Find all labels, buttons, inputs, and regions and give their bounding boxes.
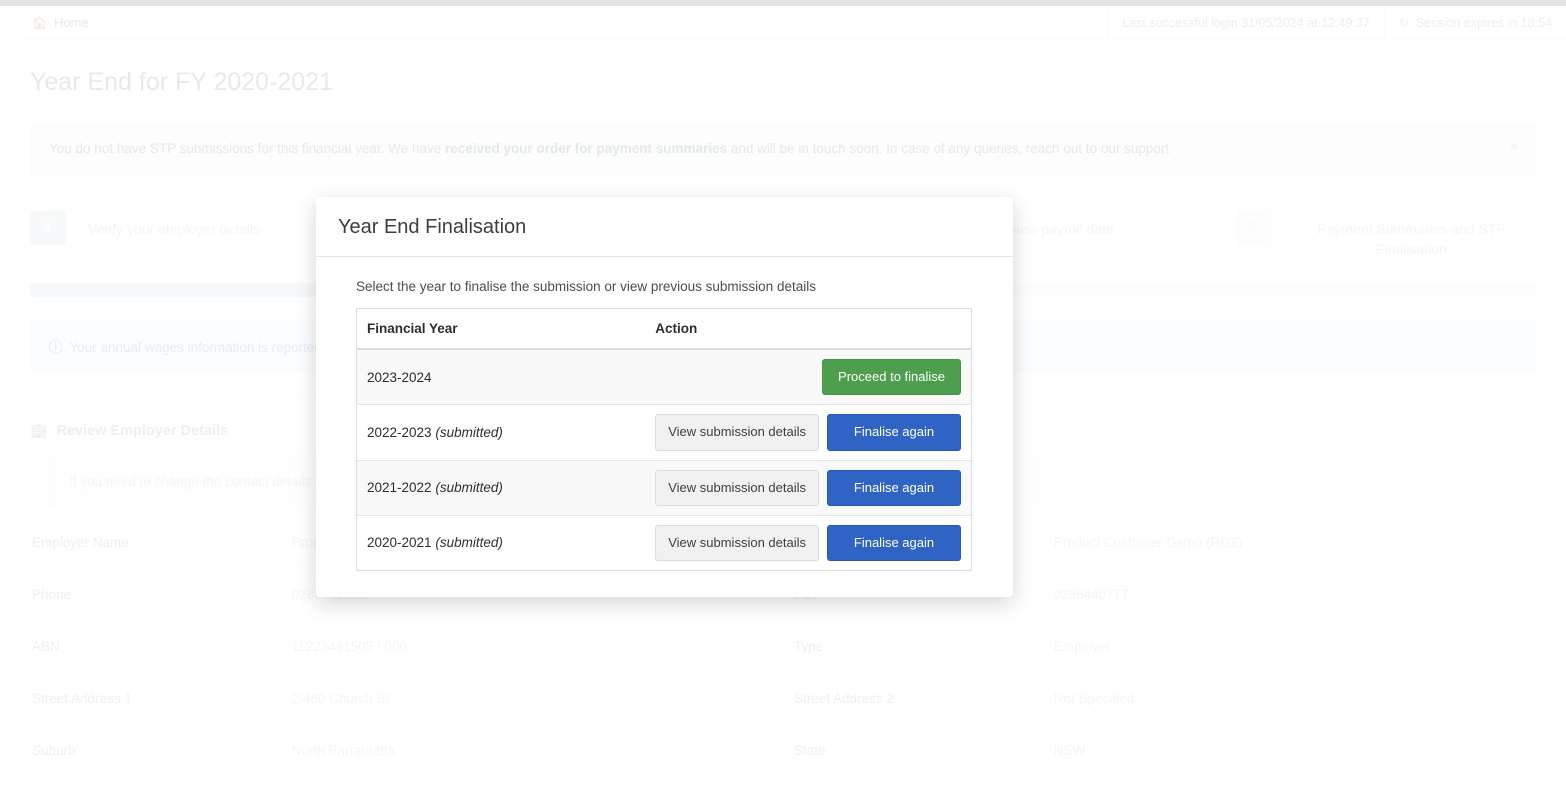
detail-value: 11223491505 / 000 — [281, 622, 782, 673]
detail-value: Employer — [1043, 622, 1544, 673]
dialog-title: Year End Finalisation — [338, 216, 527, 238]
view-submission-details-button[interactable]: View submission details — [655, 524, 819, 561]
last-login-info: Last successful login 31/05/2024 at 12:4… — [1108, 6, 1385, 39]
detail-value: Not Specified — [1043, 674, 1544, 725]
home-icon: 🏠 — [32, 15, 47, 30]
column-header-financial-year: Financial Year — [356, 308, 646, 350]
action-cell: View submission details Finalise again — [645, 459, 972, 516]
financial-year-label: 2023-2024 — [367, 369, 432, 385]
detail-value: NSW — [1043, 726, 1544, 777]
financial-year-label: 2021-2022 — [367, 480, 432, 496]
view-submission-details-button[interactable]: View submission details — [655, 414, 819, 451]
detail-label: ABN — [22, 622, 280, 673]
action-cell: Proceed to finalise — [645, 348, 972, 405]
finalise-again-button[interactable]: Finalise again — [827, 469, 961, 506]
step-1-label: Verify your employer details — [88, 220, 260, 237]
page-title: Year End for FY 2020-2021 — [30, 68, 334, 96]
detail-label: Type — [783, 622, 1042, 673]
step-1-number: 1 — [30, 209, 66, 246]
step-1[interactable]: 1 Verify your employer details — [30, 209, 331, 246]
financial-year-cell: 2023-2024 — [356, 348, 646, 405]
action-cell: View submission details Finalise again — [645, 404, 972, 460]
table-row: 2021-2022 (submitted) View submission de… — [356, 459, 972, 516]
financial-year-label: 2022-2023 — [367, 424, 432, 440]
info-alert-text: Your annual wages information is reporte… — [69, 340, 322, 356]
column-header-action: Action — [645, 308, 972, 350]
wizard-progress-fill — [30, 283, 332, 298]
detail-value: 2/460 Church St — [281, 674, 782, 725]
detail-label: Street Address 2 — [783, 674, 1042, 725]
submission-status: (submitted) — [435, 424, 503, 440]
building-icon: 🏢 — [30, 422, 48, 439]
dialog-body: Select the year to finalise the submissi… — [316, 257, 1013, 597]
financial-year-cell: 2022-2023 (submitted) — [356, 404, 646, 460]
detail-value: North Parramatta — [281, 726, 782, 777]
finalise-again-button[interactable]: Finalise again — [827, 414, 961, 451]
detail-label: Phone — [22, 570, 280, 621]
table-header-row: Financial Year Action — [356, 308, 972, 350]
table-row: 2022-2023 (submitted) View submission de… — [356, 404, 972, 460]
success-alert-text-bold: received your order for payment summarie… — [444, 141, 728, 156]
top-navbar: 🏠 Home Last successful login 31/05/2024 … — [20, 6, 1566, 40]
table-row: 2023-2024 Proceed to finalise — [356, 348, 972, 405]
breadcrumb-label: Home — [53, 15, 89, 30]
dialog-header: Year End Finalisation — [316, 197, 1013, 257]
finalise-again-button[interactable]: Finalise again — [827, 524, 961, 561]
table-row: Street Address 1 2/460 Church St Street … — [22, 674, 1544, 725]
info-icon: ⓘ — [49, 340, 63, 356]
financial-year-cell: 2021-2022 (submitted) — [356, 459, 646, 516]
dialog-intro-text: Select the year to finalise the submissi… — [356, 279, 816, 294]
step-5[interactable]: 5 Payment Summaries and STP Finalisation — [1234, 209, 1536, 260]
close-icon[interactable]: × — [1509, 138, 1519, 155]
financial-year-table: Financial Year Action 2023-2024 Proceed … — [356, 308, 972, 571]
step-5-label: Payment Summaries and STP Finalisation — [1317, 220, 1506, 258]
panel-title-label: Review Employer Details — [56, 422, 229, 439]
detail-label: State — [783, 726, 1042, 777]
success-alert: You do not have STP submissions for this… — [30, 123, 1536, 176]
submission-status: (submitted) — [435, 535, 503, 551]
table-row: 2020-2021 (submitted) View submission de… — [356, 514, 972, 571]
financial-year-label: 2020-2021 — [367, 535, 432, 551]
detail-label: Suburb — [22, 726, 280, 777]
step-5-number: 5 — [1234, 209, 1271, 246]
refresh-icon[interactable]: ↻ — [1399, 16, 1409, 30]
breadcrumb[interactable]: 🏠 Home — [20, 6, 1109, 39]
view-submission-details-button[interactable]: View submission details — [655, 469, 819, 506]
success-alert-text-before: You do not have STP submissions for this… — [49, 141, 445, 156]
detail-value: Product Customer Demo (RDZ) — [1043, 518, 1544, 569]
action-cell: View submission details Finalise again — [645, 514, 972, 571]
session-expiry-info: ↻ Session expires in 18:54 — [1385, 6, 1566, 39]
success-alert-text-after: and will be in touch soon. In case of an… — [727, 141, 1170, 156]
detail-label: Street Address 1 — [22, 674, 280, 725]
session-expiry-label: Session expires in 18:54 — [1415, 15, 1552, 30]
year-end-finalisation-dialog: Year End Finalisation Select the year to… — [316, 197, 1013, 597]
table-row: Suburb North Parramatta State NSW — [22, 726, 1544, 777]
table-row: ABN 11223491505 / 000 Type Employer — [22, 622, 1544, 673]
detail-value: 0288440777 — [1043, 570, 1544, 621]
financial-year-cell: 2020-2021 (submitted) — [356, 514, 646, 571]
submission-status: (submitted) — [435, 480, 503, 496]
detail-label: Employer Name — [22, 518, 280, 569]
proceed-to-finalise-button[interactable]: Proceed to finalise — [822, 359, 961, 396]
